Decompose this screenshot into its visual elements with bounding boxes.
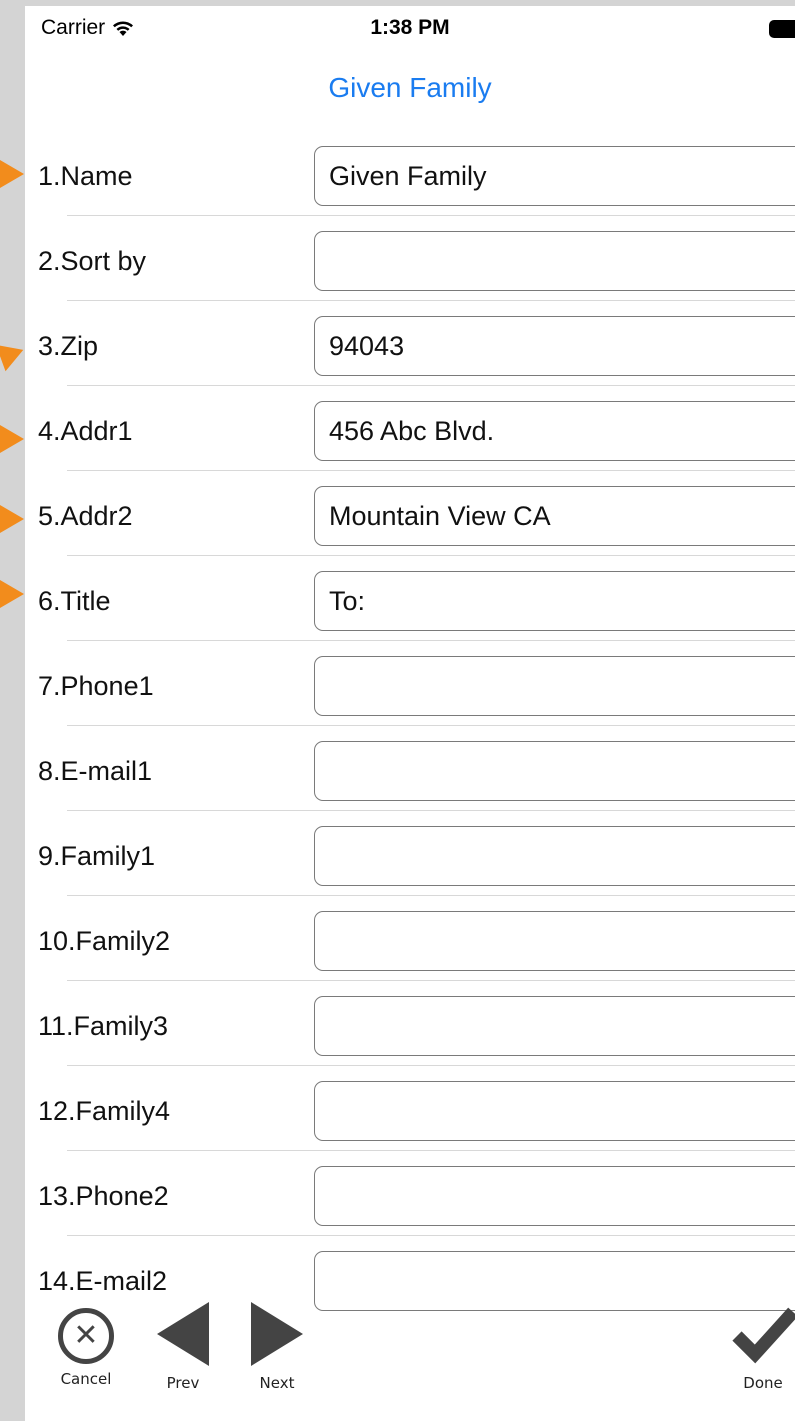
triangle-right-icon (251, 1302, 303, 1366)
field-label: 13.Phone2 (38, 1181, 169, 1211)
page-title: Given Family (328, 72, 492, 103)
field-label: 3.Zip (38, 331, 99, 361)
field-row-sort-by: 2.Sort by (25, 225, 795, 310)
row-divider (67, 555, 795, 556)
cancel-button[interactable]: ✕ Cancel (50, 1296, 122, 1388)
family4-field[interactable] (314, 1081, 795, 1141)
title-field[interactable] (314, 571, 795, 631)
cancel-label: Cancel (60, 1370, 112, 1388)
prev-button[interactable]: Prev (153, 1296, 213, 1392)
pointer-marker-zip (0, 336, 29, 372)
row-divider (67, 385, 795, 386)
next-button[interactable]: Next (247, 1296, 307, 1392)
checkmark-icon (732, 1307, 795, 1364)
zip-field[interactable] (314, 316, 795, 376)
field-label: 2.Sort by (38, 246, 147, 276)
battery-icon (769, 20, 795, 38)
field-row-family2: 10.Family2 (25, 905, 795, 990)
field-row-family4: 12.Family4 (25, 1075, 795, 1160)
row-divider (67, 1235, 795, 1236)
pointer-marker-addr2 (0, 505, 24, 533)
bottom-toolbar: ✕ Cancel Prev Next Done (25, 1296, 795, 1421)
field-label: 1.Name (38, 161, 133, 191)
phone2-field[interactable] (314, 1166, 795, 1226)
row-divider (67, 1065, 795, 1066)
sort-by-field[interactable] (314, 231, 795, 291)
prev-label: Prev (166, 1374, 200, 1392)
phone1-field[interactable] (314, 656, 795, 716)
row-divider (67, 1150, 795, 1151)
field-row-family3: 11.Family3 (25, 990, 795, 1075)
field-label: 10.Family2 (38, 926, 171, 956)
field-label: 7.Phone1 (38, 671, 154, 701)
status-time: 1:38 PM (370, 16, 450, 39)
cancel-icon: ✕ (58, 1308, 114, 1364)
triangle-left-icon (157, 1302, 209, 1366)
row-divider (67, 980, 795, 981)
row-divider (67, 470, 795, 471)
field-row-phone1: 7.Phone1 (25, 650, 795, 735)
device-screen: Carrier 1:38 PM Given Family 1.Name 2.So… (25, 6, 795, 1421)
field-row-phone2: 13.Phone2 (25, 1160, 795, 1245)
field-label: 12.Family4 (38, 1096, 171, 1126)
pointer-marker-title (0, 580, 24, 608)
field-row-name: 1.Name (25, 140, 795, 225)
field-row-family1: 9.Family1 (25, 820, 795, 905)
addr1-field[interactable] (314, 401, 795, 461)
field-label: 11.Family3 (38, 1011, 169, 1041)
pointer-marker-addr1 (0, 425, 24, 453)
row-divider (67, 215, 795, 216)
row-divider (67, 810, 795, 811)
family2-field[interactable] (314, 911, 795, 971)
email1-field[interactable] (314, 741, 795, 801)
field-row-title: 6.Title (25, 565, 795, 650)
name-field[interactable] (314, 146, 795, 206)
field-row-zip: 3.Zip (25, 310, 795, 395)
contact-form: 1.Name 2.Sort by 3.Zip 4.Addr1 5.Addr2 6… (25, 140, 795, 1330)
row-divider (67, 300, 795, 301)
field-row-addr2: 5.Addr2 (25, 480, 795, 565)
family1-field[interactable] (314, 826, 795, 886)
pointer-marker-name (0, 160, 24, 188)
addr2-field[interactable] (314, 486, 795, 546)
field-row-addr1: 4.Addr1 (25, 395, 795, 480)
done-button[interactable]: Done (731, 1296, 795, 1392)
row-divider (67, 725, 795, 726)
row-divider (67, 895, 795, 896)
next-label: Next (259, 1374, 295, 1392)
family3-field[interactable] (314, 996, 795, 1056)
status-bar: Carrier 1:38 PM (25, 6, 795, 50)
field-label: 9.Family1 (38, 841, 156, 871)
field-label: 8.E-mail1 (38, 756, 153, 786)
field-label: 4.Addr1 (38, 416, 133, 446)
field-label: 6.Title (38, 586, 111, 616)
field-row-email1: 8.E-mail1 (25, 735, 795, 820)
field-label: 5.Addr2 (38, 501, 133, 531)
row-divider (67, 640, 795, 641)
done-label: Done (743, 1374, 783, 1392)
